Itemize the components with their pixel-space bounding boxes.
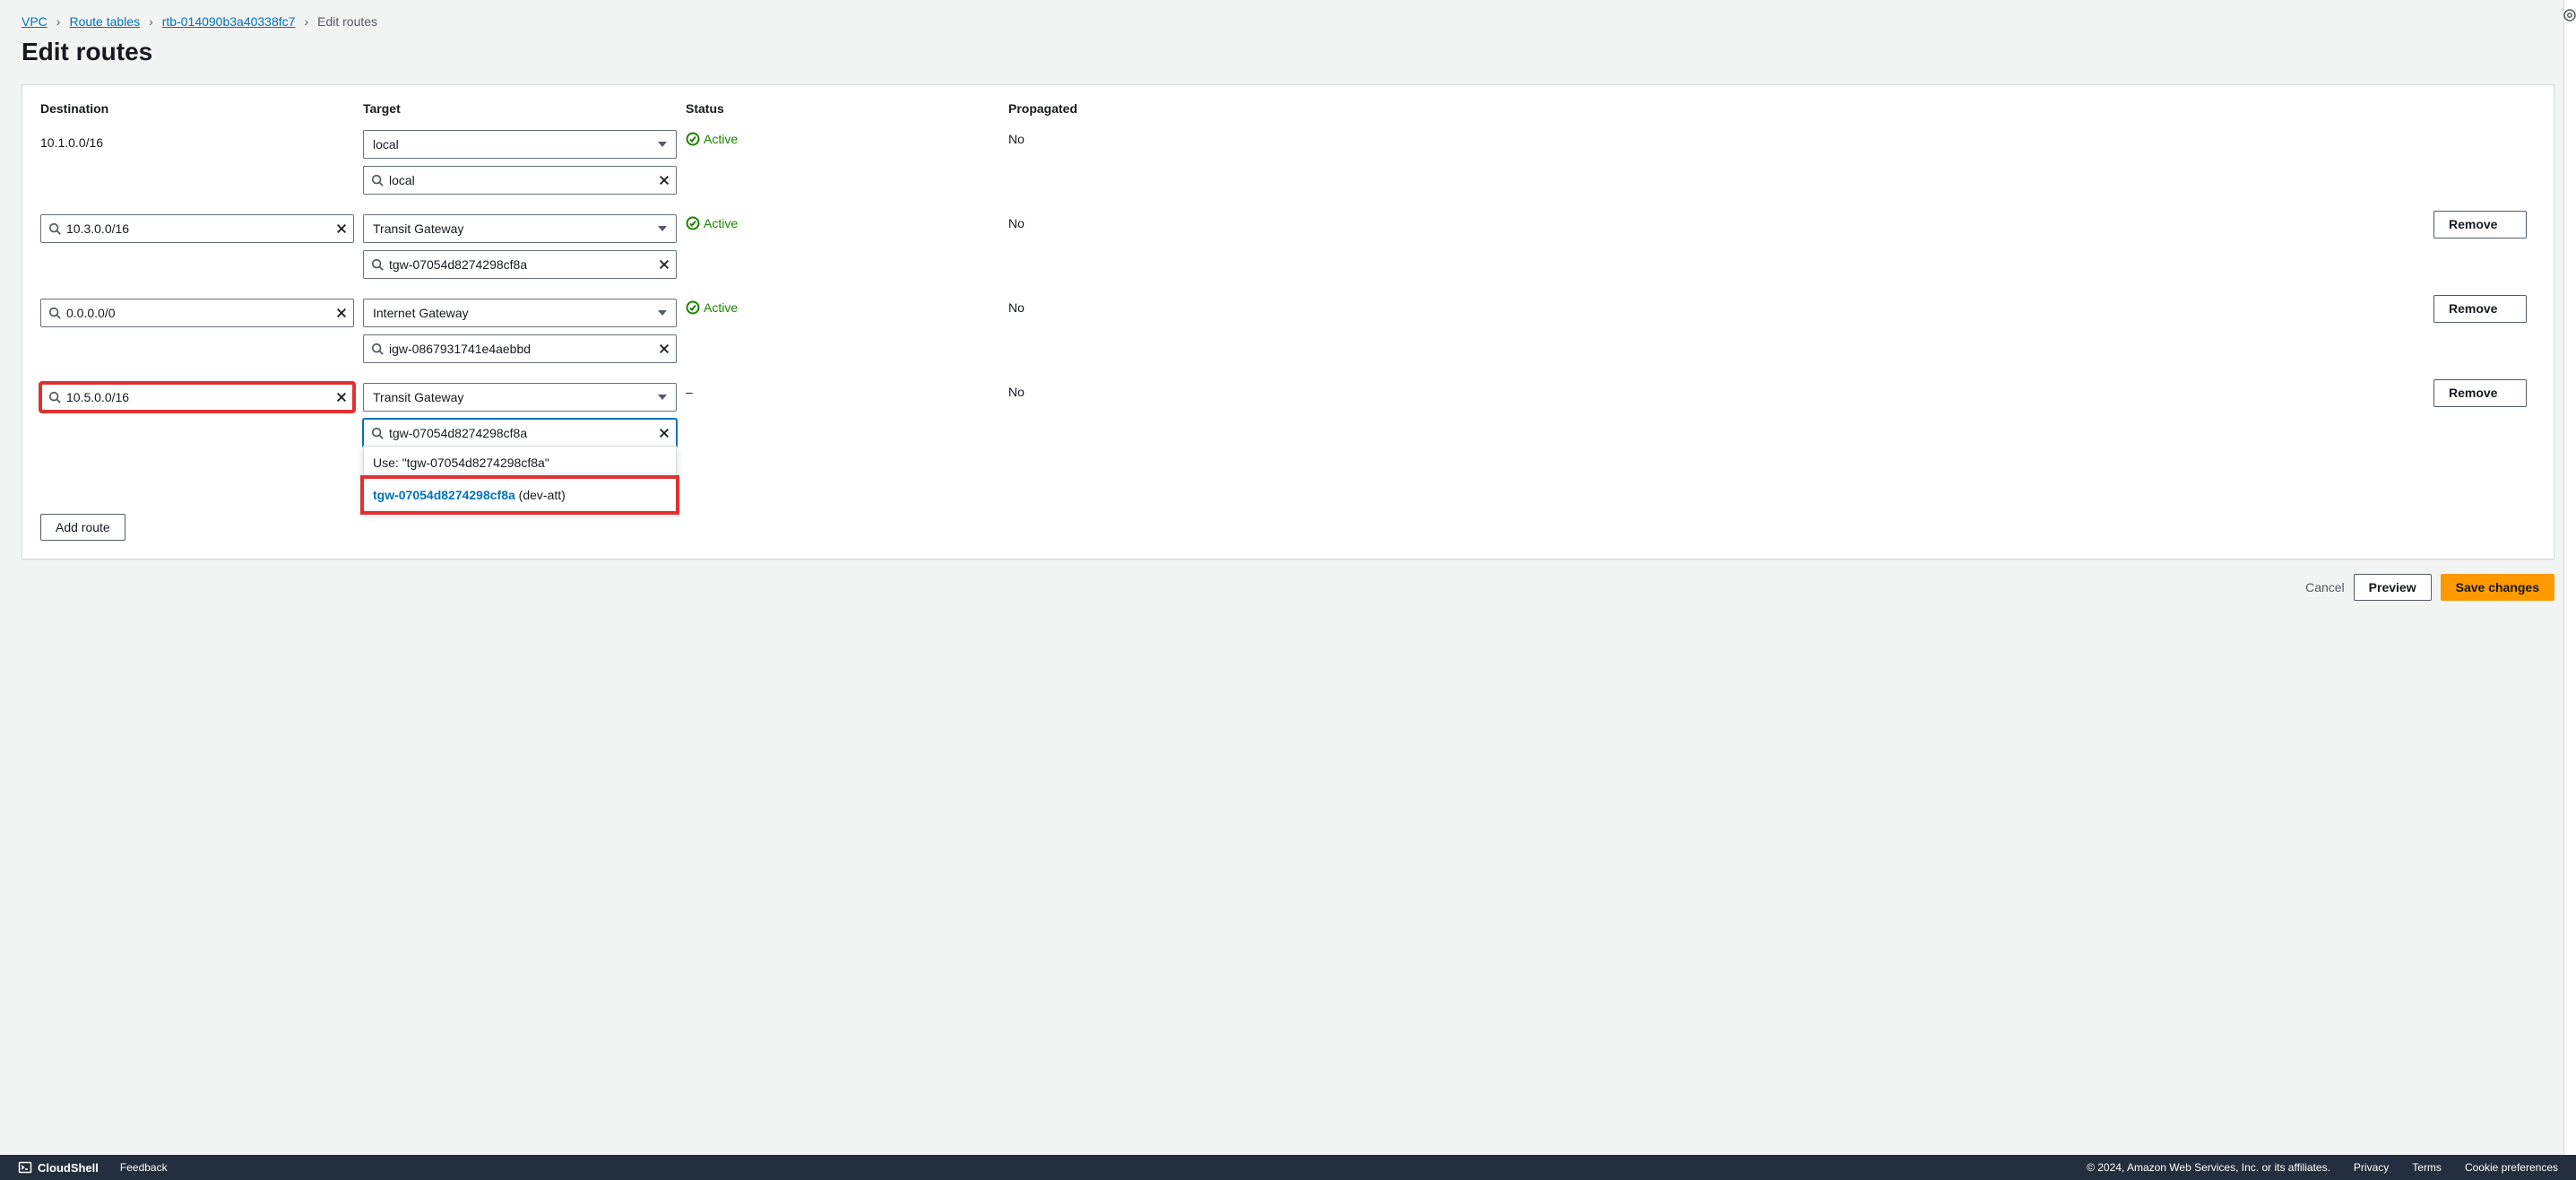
col-target: Target bbox=[363, 101, 686, 126]
clear-icon[interactable] bbox=[658, 174, 670, 187]
caret-down-icon bbox=[658, 310, 667, 316]
console-footer: CloudShell Feedback © 2024, Amazon Web S… bbox=[0, 1155, 2576, 1180]
remove-button[interactable]: Remove bbox=[2433, 295, 2527, 323]
clear-icon[interactable] bbox=[335, 307, 348, 319]
destination-input[interactable] bbox=[66, 221, 330, 236]
status-active: Active bbox=[686, 300, 738, 315]
destination-input-wrap[interactable] bbox=[40, 214, 354, 243]
chevron-right-icon: › bbox=[149, 14, 153, 29]
chevron-right-icon: › bbox=[56, 14, 61, 29]
copyright: © 2024, Amazon Web Services, Inc. or its… bbox=[2087, 1161, 2330, 1174]
col-propagated: Propagated bbox=[1008, 101, 1223, 126]
target-id-search[interactable] bbox=[363, 250, 677, 279]
form-actions: Cancel Preview Save changes bbox=[22, 574, 2554, 601]
clear-icon[interactable] bbox=[658, 427, 670, 439]
breadcrumb-route-tables[interactable]: Route tables bbox=[69, 14, 140, 29]
target-type-value: Internet Gateway bbox=[373, 306, 469, 320]
breadcrumb-current: Edit routes bbox=[317, 14, 377, 29]
search-icon bbox=[48, 391, 61, 403]
routes-panel: Destination Target Status Propagated 10.… bbox=[22, 84, 2554, 560]
propagated-value: No bbox=[1008, 379, 1223, 403]
target-id-search[interactable] bbox=[363, 166, 677, 195]
cancel-button[interactable]: Cancel bbox=[2305, 574, 2345, 601]
target-type-select[interactable]: Internet Gateway bbox=[363, 299, 677, 327]
caret-down-icon bbox=[658, 142, 667, 147]
destination-input[interactable] bbox=[66, 390, 330, 404]
breadcrumb-vpc[interactable]: VPC bbox=[22, 14, 48, 29]
terms-link[interactable]: Terms bbox=[2412, 1161, 2442, 1174]
privacy-link[interactable]: Privacy bbox=[2354, 1161, 2389, 1174]
cookie-preferences-link[interactable]: Cookie preferences bbox=[2465, 1161, 2558, 1174]
page-title: Edit routes bbox=[22, 38, 2554, 66]
search-icon bbox=[48, 222, 61, 235]
destination-static: 10.1.0.0/16 bbox=[40, 130, 103, 150]
caret-down-icon bbox=[658, 395, 667, 400]
target-id-search[interactable] bbox=[363, 419, 677, 447]
breadcrumb: VPC › Route tables › rtb-014090b3a40338f… bbox=[22, 14, 2554, 29]
search-icon bbox=[48, 307, 61, 319]
propagated-value: No bbox=[1008, 211, 1223, 234]
search-icon bbox=[371, 343, 384, 355]
destination-input-wrap[interactable] bbox=[40, 383, 354, 412]
target-id-input[interactable] bbox=[389, 173, 653, 187]
status-active: Active bbox=[686, 216, 738, 230]
propagated-value: No bbox=[1008, 126, 1223, 150]
target-type-select[interactable]: local bbox=[363, 130, 677, 159]
remove-button[interactable]: Remove bbox=[2433, 211, 2527, 239]
target-type-value: Transit Gateway bbox=[373, 390, 463, 404]
target-type-select[interactable]: Transit Gateway bbox=[363, 383, 677, 412]
clear-icon[interactable] bbox=[335, 222, 348, 235]
propagated-value: No bbox=[1008, 295, 1223, 318]
save-changes-button[interactable]: Save changes bbox=[2441, 574, 2554, 601]
settings-gear-icon[interactable] bbox=[2562, 7, 2576, 26]
target-id-input[interactable] bbox=[389, 426, 653, 440]
clear-icon[interactable] bbox=[658, 343, 670, 355]
col-status: Status bbox=[686, 101, 1008, 126]
target-id-input[interactable] bbox=[389, 257, 653, 272]
caret-down-icon bbox=[658, 226, 667, 231]
clear-icon[interactable] bbox=[658, 258, 670, 271]
cloudshell-launcher[interactable]: CloudShell bbox=[18, 1160, 99, 1175]
chevron-right-icon: › bbox=[304, 14, 308, 29]
search-icon bbox=[371, 174, 384, 187]
clear-icon[interactable] bbox=[335, 391, 348, 403]
check-circle-icon bbox=[686, 132, 700, 146]
destination-input-wrap[interactable] bbox=[40, 299, 354, 327]
target-suggestions-dropdown: Use: "tgw-07054d8274298cf8a" tgw-07054d8… bbox=[363, 446, 677, 512]
check-circle-icon bbox=[686, 300, 700, 315]
check-circle-icon bbox=[686, 216, 700, 230]
status-active: Active bbox=[686, 132, 738, 146]
dropdown-match-item[interactable]: tgw-07054d8274298cf8a (dev-att) bbox=[364, 479, 676, 511]
col-destination: Destination bbox=[40, 101, 363, 126]
target-type-value: local bbox=[373, 137, 399, 152]
add-route-button[interactable]: Add route bbox=[40, 514, 125, 541]
status-empty: – bbox=[686, 379, 1008, 403]
dropdown-use-literal[interactable]: Use: "tgw-07054d8274298cf8a" bbox=[364, 447, 676, 479]
feedback-link[interactable]: Feedback bbox=[120, 1161, 168, 1174]
target-type-value: Transit Gateway bbox=[373, 221, 463, 236]
destination-input[interactable] bbox=[66, 306, 330, 320]
search-icon bbox=[371, 258, 384, 271]
target-type-select[interactable]: Transit Gateway bbox=[363, 214, 677, 243]
remove-button[interactable]: Remove bbox=[2433, 379, 2527, 407]
search-icon bbox=[371, 427, 384, 439]
target-id-search[interactable] bbox=[363, 334, 677, 363]
preview-button[interactable]: Preview bbox=[2354, 574, 2432, 601]
target-id-input[interactable] bbox=[389, 342, 653, 356]
cloudshell-icon bbox=[18, 1160, 32, 1175]
breadcrumb-rtb-id[interactable]: rtb-014090b3a40338fc7 bbox=[162, 14, 296, 29]
